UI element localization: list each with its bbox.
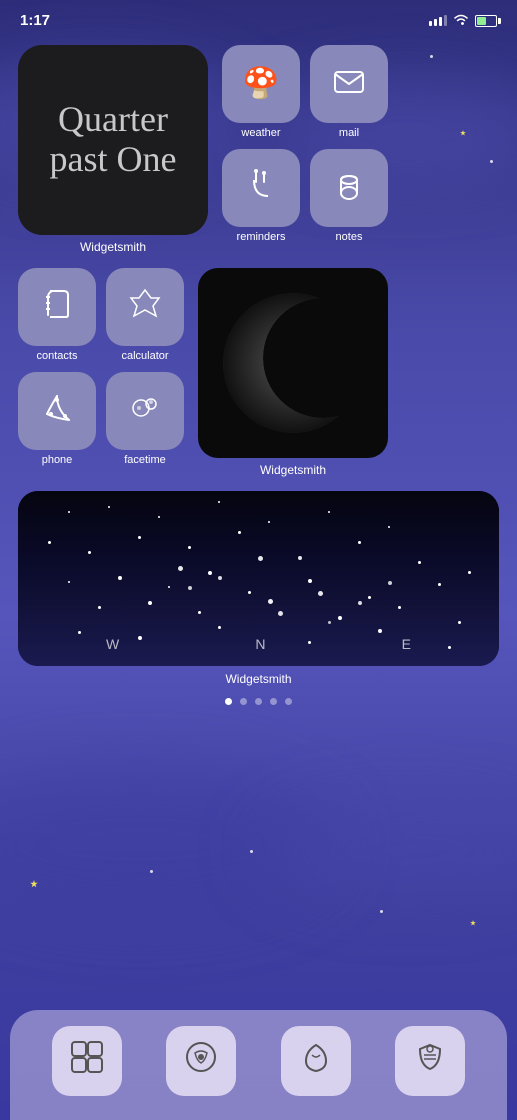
page-dots xyxy=(18,698,499,705)
star-field-widget-container: W N E Widgetsmith xyxy=(18,491,499,686)
mail-app-container: mail xyxy=(310,45,388,139)
facetime-icon-symbol xyxy=(129,392,161,430)
page-dot-2[interactable] xyxy=(240,698,247,705)
widgetsmith-large-widget: Quarter past One Widgetsmith xyxy=(18,45,208,254)
dock-app-4-icon xyxy=(412,1039,448,1083)
contacts-icon-symbol xyxy=(40,287,74,327)
facetime-app-label: facetime xyxy=(106,454,184,466)
compass-labels: W N E xyxy=(18,636,499,652)
contacts-app-icon[interactable] xyxy=(18,268,96,346)
top-row: Quarter past One Widgetsmith 🍄 weather xyxy=(18,45,499,254)
moon-svg xyxy=(213,283,373,443)
bottom-app-row: reminders notes xyxy=(222,149,388,243)
notes-app-label: notes xyxy=(310,231,388,243)
wifi-icon xyxy=(453,13,469,29)
widgetsmith-time-text: Quarter past One xyxy=(18,90,208,189)
compass-n: N xyxy=(255,636,265,652)
status-bar: 1:17 xyxy=(0,0,517,37)
right-app-col: 🍄 weather mail xyxy=(222,45,388,243)
mail-app-icon[interactable] xyxy=(310,45,388,123)
dock-app-1-icon xyxy=(69,1039,105,1083)
widgetsmith-large-label: Widgetsmith xyxy=(18,240,208,254)
weather-icon-symbol: 🍄 xyxy=(242,69,279,99)
left-app-grid: contacts calculator xyxy=(18,268,184,466)
page-dot-5[interactable] xyxy=(285,698,292,705)
phone-app-icon[interactable] xyxy=(18,372,96,450)
calculator-app-container: calculator xyxy=(106,268,184,362)
calculator-app-icon[interactable] xyxy=(106,268,184,346)
dock xyxy=(10,1010,507,1120)
dock-app-3[interactable] xyxy=(281,1026,351,1096)
star-widget-label: Widgetsmith xyxy=(18,672,499,686)
notes-app-container: notes xyxy=(310,149,388,243)
calculator-app-label: calculator xyxy=(106,350,184,362)
mail-icon-symbol xyxy=(332,64,366,104)
home-screen: Quarter past One Widgetsmith 🍄 weather xyxy=(0,37,517,705)
phone-app-label: phone xyxy=(18,454,96,466)
moon-widget-label: Widgetsmith xyxy=(260,463,326,477)
phone-icon-symbol xyxy=(41,392,73,430)
weather-app-icon[interactable]: 🍄 xyxy=(222,45,300,123)
dock-app-3-icon xyxy=(298,1039,334,1083)
middle-section: contacts calculator xyxy=(18,268,499,477)
facetime-app-icon[interactable] xyxy=(106,372,184,450)
dock-app-2-icon xyxy=(183,1039,219,1083)
notes-app-icon[interactable] xyxy=(310,149,388,227)
app-grid-inner: contacts calculator xyxy=(18,268,184,466)
compass-w: W xyxy=(106,636,119,652)
reminders-icon-symbol xyxy=(244,168,278,208)
signal-icon xyxy=(429,15,447,26)
moon-widget-container: Widgetsmith xyxy=(198,268,388,477)
moon-widget[interactable] xyxy=(198,268,388,458)
weather-app-label: weather xyxy=(222,127,300,139)
dock-app-1[interactable] xyxy=(52,1026,122,1096)
contacts-app-label: contacts xyxy=(18,350,96,362)
dock-app-2[interactable] xyxy=(166,1026,236,1096)
weather-app-container: 🍄 weather xyxy=(222,45,300,139)
reminders-app-label: reminders xyxy=(222,231,300,243)
page-dot-3[interactable] xyxy=(255,698,262,705)
compass-e: E xyxy=(402,636,411,652)
widgetsmith-large-inner[interactable]: Quarter past One xyxy=(18,45,208,235)
calculator-icon-symbol xyxy=(129,288,161,326)
dock-app-4[interactable] xyxy=(395,1026,465,1096)
time-display: 1:17 xyxy=(20,12,50,29)
star-field-widget[interactable]: W N E xyxy=(18,491,499,666)
status-icons xyxy=(429,13,497,29)
reminders-app-container: reminders xyxy=(222,149,300,243)
mail-app-label: mail xyxy=(310,127,388,139)
battery-icon xyxy=(475,15,497,27)
page-dot-4[interactable] xyxy=(270,698,277,705)
phone-app-container: phone xyxy=(18,372,96,466)
contacts-app-container: contacts xyxy=(18,268,96,362)
facetime-app-container: facetime xyxy=(106,372,184,466)
top-app-row: 🍄 weather mail xyxy=(222,45,388,139)
reminders-app-icon[interactable] xyxy=(222,149,300,227)
page-dot-1[interactable] xyxy=(225,698,232,705)
notes-icon-symbol xyxy=(332,168,366,208)
